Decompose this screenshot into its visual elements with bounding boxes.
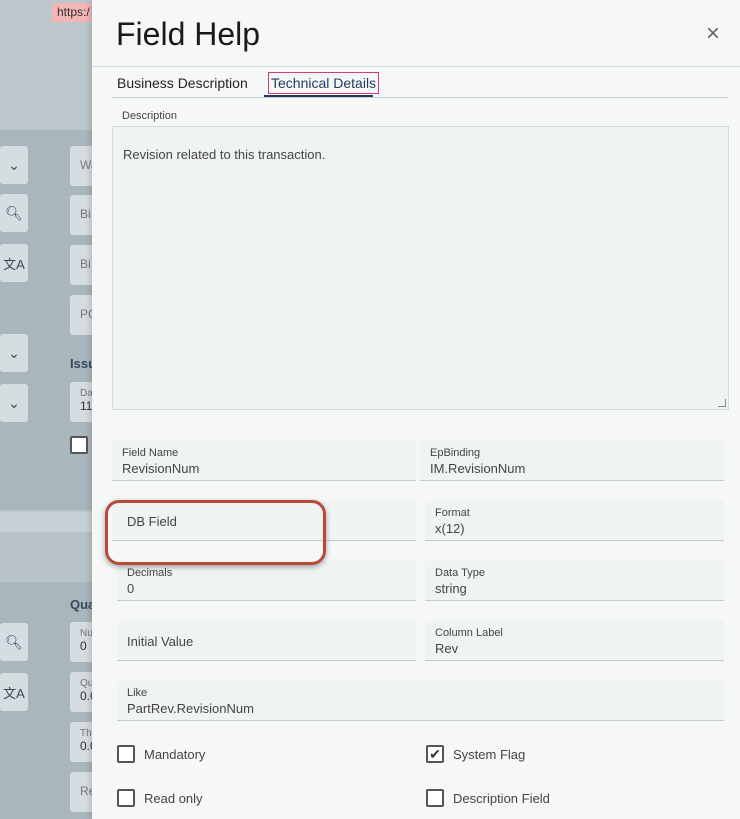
- checkbox-box[interactable]: [117, 789, 135, 807]
- data-type-field[interactable]: Data Type string: [425, 561, 724, 601]
- translate-icon[interactable]: 文A: [0, 244, 28, 282]
- db-field-field[interactable]: DB Field: [112, 501, 416, 541]
- bg-band-gap: [0, 532, 100, 582]
- description-textarea[interactable]: Revision related to this transaction.: [112, 126, 729, 410]
- like-field[interactable]: Like PartRev.RevisionNum: [117, 681, 724, 721]
- field-value: PartRev.RevisionNum: [127, 701, 254, 716]
- title-divider: [92, 66, 740, 67]
- field-label: Format: [435, 507, 470, 519]
- field-label: Decimals: [127, 567, 173, 579]
- field-value: Rev: [435, 641, 459, 656]
- field-help-panel: Field Help × Business Description Techni…: [92, 0, 740, 819]
- checkbox-label: Read only: [144, 790, 203, 806]
- tab-technical-details[interactable]: Technical Details: [268, 72, 380, 94]
- tab-business-description[interactable]: Business Description: [117, 72, 248, 94]
- checkbox-label: Description Field: [453, 790, 550, 806]
- initial-value-field[interactable]: Initial Value: [117, 621, 416, 661]
- field-label: DB Field: [127, 514, 177, 529]
- checkbox-label: System Flag: [453, 746, 526, 762]
- column-label-field[interactable]: Column Label Rev: [425, 621, 724, 661]
- translate-icon[interactable]: 文A: [0, 673, 28, 711]
- panel-title: Field Help: [116, 16, 261, 52]
- close-button[interactable]: ×: [706, 22, 720, 46]
- resize-grip-icon[interactable]: [718, 399, 726, 407]
- field-value: x(12): [435, 521, 465, 536]
- search-doc-icon[interactable]: 🔍︎: [0, 194, 28, 232]
- search-doc-icon[interactable]: 🔍︎: [0, 623, 28, 661]
- checkbox-label: Mandatory: [144, 746, 206, 762]
- decimals-field[interactable]: Decimals 0: [117, 561, 416, 601]
- checkbox-box[interactable]: [426, 789, 444, 807]
- field-label: Data Type: [435, 567, 485, 579]
- read-only-checkbox[interactable]: Read only: [117, 789, 203, 807]
- bg-checkbox[interactable]: [70, 436, 88, 454]
- chevron-down-icon[interactable]: ⌄: [0, 334, 28, 372]
- field-label: EpBinding: [430, 447, 481, 459]
- field-label: Like: [127, 687, 148, 699]
- tabs-divider: [112, 97, 728, 98]
- field-value: IM.RevisionNum: [430, 461, 526, 476]
- chevron-down-icon[interactable]: ⌄: [0, 146, 28, 184]
- system-flag-checkbox[interactable]: ✔ System Flag: [426, 745, 525, 763]
- checkbox-box[interactable]: ✔: [426, 745, 444, 763]
- bg-band-sep: [0, 512, 100, 532]
- field-value: RevisionNum: [122, 461, 200, 476]
- field-label: Initial Value: [127, 634, 194, 649]
- field-value: 0: [127, 581, 135, 596]
- checkbox-box[interactable]: [117, 745, 135, 763]
- description-text: Revision related to this transaction.: [123, 147, 326, 162]
- field-label: Field Name: [122, 447, 179, 459]
- field-value: string: [435, 581, 467, 596]
- field-name-field[interactable]: Field Name RevisionNum: [112, 441, 416, 481]
- description-label: Description: [122, 110, 178, 122]
- checkmark-icon: ✔: [429, 745, 441, 762]
- description-field-checkbox[interactable]: Description Field: [426, 789, 550, 807]
- format-field[interactable]: Format x(12): [425, 501, 724, 541]
- chevron-down-icon[interactable]: ⌄: [0, 384, 28, 422]
- field-label: Column Label: [435, 627, 503, 639]
- ep-binding-field[interactable]: EpBinding IM.RevisionNum: [420, 441, 724, 481]
- mandatory-checkbox[interactable]: Mandatory: [117, 745, 205, 763]
